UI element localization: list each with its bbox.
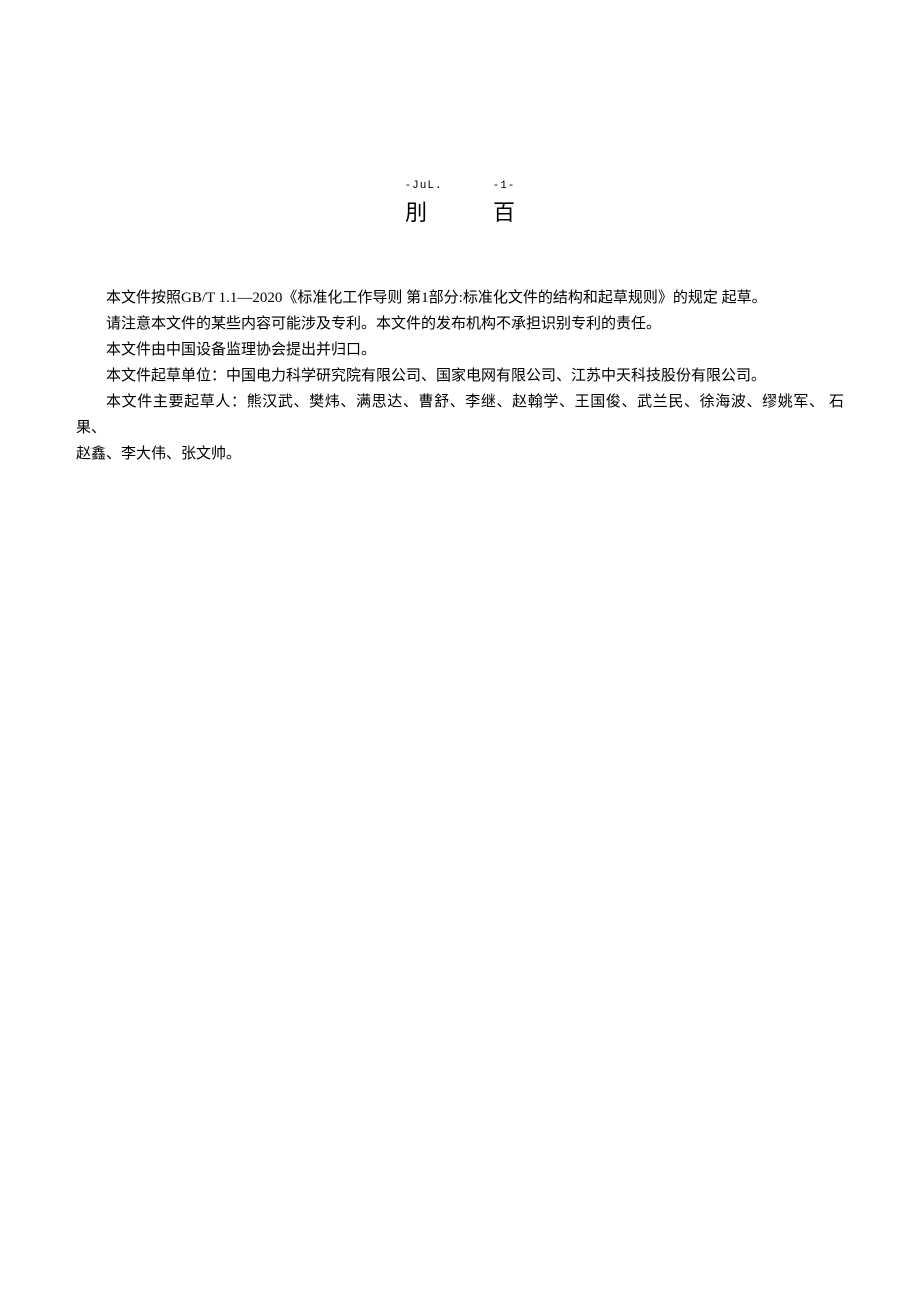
header-small-row: -JuL. -1- xyxy=(405,180,516,192)
paragraph-2: 请注意本文件的某些内容可能涉及专利。本文件的发布机构不承担识别专利的责任。 xyxy=(76,311,844,337)
header-large-row: 刖 百 xyxy=(405,195,515,227)
header-large-right: 百 xyxy=(493,195,515,227)
header-large-left: 刖 xyxy=(405,195,427,227)
header-small-left: -JuL. xyxy=(405,180,443,192)
paragraph-1: 本文件按照GB/T 1.1—2020《标准化工作导则 第1部分:标准化文件的结构… xyxy=(76,285,844,311)
paragraph-6: 赵鑫、李大伟、张文帅。 xyxy=(76,441,844,467)
paragraph-5: 本文件主要起草人：熊汉武、樊炜、满思达、曹舒、李继、赵翰学、王国俊、武兰民、徐海… xyxy=(76,389,844,441)
document-page: -JuL. -1- 刖 百 本文件按照GB/T 1.1—2020《标准化工作导则… xyxy=(0,0,920,1301)
body-text-block: 本文件按照GB/T 1.1—2020《标准化工作导则 第1部分:标准化文件的结构… xyxy=(76,285,844,467)
paragraph-3: 本文件由中国设备监理协会提出并归口。 xyxy=(76,337,844,363)
paragraph-4: 本文件起草单位：中国电力科学研究院有限公司、国家电网有限公司、江苏中天科技股份有… xyxy=(76,363,844,389)
header-small-right: -1- xyxy=(493,180,516,192)
page-header: -JuL. -1- 刖 百 xyxy=(76,175,844,227)
